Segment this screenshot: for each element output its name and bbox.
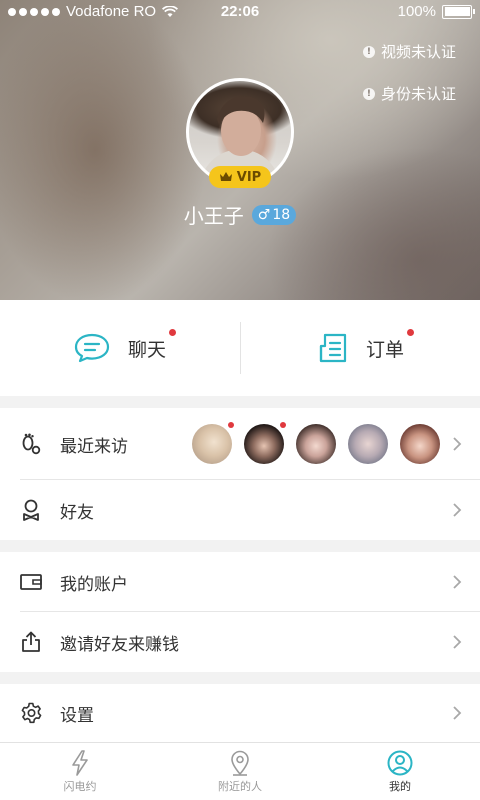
- male-icon: ♂: [257, 206, 271, 223]
- crown-icon: [219, 172, 232, 181]
- orders-label: 订单: [365, 338, 404, 361]
- friends-label: 好友: [60, 502, 94, 523]
- vip-label: VIP: [236, 169, 262, 185]
- identity-verification-label: 身份未认证: [380, 85, 456, 103]
- visitor-avatar[interactable]: [296, 424, 336, 464]
- profile-icon: [387, 750, 413, 775]
- chevron-right-icon: [453, 706, 462, 720]
- my-account-label: 我的账户: [60, 574, 128, 595]
- vip-badge: VIP: [209, 166, 271, 188]
- orders-notification-dot: [407, 328, 414, 336]
- invite-friends-label: 邀请好友来赚钱: [60, 634, 179, 655]
- info-icon: !: [362, 87, 375, 100]
- visitor-avatars: [192, 422, 440, 464]
- my-account-row[interactable]: 我的账户: [0, 552, 480, 612]
- share-icon: [20, 631, 42, 653]
- tab-label: 闪电约: [63, 779, 97, 793]
- chat-button[interactable]: 聊天: [0, 300, 240, 396]
- video-verification-label: 视频未认证: [380, 43, 456, 61]
- profile-header: Vodafone RO 22:06 100% ! 视频未认证 ! 身份未认证 V…: [0, 0, 480, 300]
- recent-visitors-row[interactable]: 最近来访: [0, 408, 480, 480]
- tab-nearby[interactable]: 附近的人: [160, 743, 320, 800]
- new-visitor-dot: [228, 422, 234, 428]
- info-icon: !: [362, 45, 375, 58]
- quick-actions: 聊天 订单: [0, 300, 480, 396]
- settings-row[interactable]: 设置: [0, 684, 480, 742]
- battery-percent: 100%: [397, 3, 436, 20]
- friends-row[interactable]: 好友: [0, 480, 480, 540]
- visitor-avatar[interactable]: [348, 424, 388, 464]
- chat-label: 聊天: [127, 338, 166, 361]
- lightning-icon: [72, 749, 88, 776]
- tab-me[interactable]: 我的: [320, 743, 480, 800]
- identity-verification-status[interactable]: ! 身份未认证: [362, 83, 456, 104]
- invite-friends-row[interactable]: 邀请好友来赚钱: [0, 612, 480, 672]
- chevron-right-icon: [453, 437, 462, 451]
- status-bar: Vodafone RO 22:06 100%: [0, 0, 480, 24]
- bottom-tab-bar: 闪电约 附近的人 我的: [0, 742, 480, 800]
- chevron-right-icon: [453, 503, 462, 517]
- chevron-right-icon: [453, 575, 462, 589]
- footprints-icon: [20, 433, 42, 455]
- tab-flash-date[interactable]: 闪电约: [0, 743, 160, 800]
- social-section: 最近来访 好友: [0, 408, 480, 540]
- chat-notification-dot: [169, 328, 176, 336]
- account-section: 我的账户 邀请好友来赚钱: [0, 552, 480, 672]
- profile-avatar-container[interactable]: VIP: [186, 78, 294, 188]
- tab-label: 附近的人: [218, 779, 262, 793]
- nickname: 小王子: [183, 204, 244, 228]
- nickname-row: 小王子 ♂ 18: [0, 200, 480, 229]
- location-pin-icon: [231, 750, 249, 776]
- chat-bubble-icon: [74, 333, 110, 363]
- new-visitor-dot: [280, 422, 286, 428]
- age-value: 18: [272, 206, 291, 223]
- visitor-avatar[interactable]: [400, 424, 440, 464]
- gender-age-badge: ♂ 18: [251, 204, 297, 225]
- settings-section: 设置: [0, 684, 480, 742]
- visitor-avatar[interactable]: [192, 422, 234, 464]
- visitor-avatar[interactable]: [244, 422, 286, 464]
- wallet-icon: [20, 571, 42, 593]
- tab-label: 我的: [389, 779, 411, 793]
- battery-icon: [442, 4, 475, 19]
- settings-label: 设置: [60, 705, 94, 726]
- recent-visitors-label: 最近来访: [60, 436, 128, 457]
- friends-icon: [20, 499, 42, 521]
- video-verification-status[interactable]: ! 视频未认证: [362, 41, 456, 62]
- order-list-icon: [319, 333, 347, 363]
- gear-icon: [20, 702, 42, 724]
- orders-button[interactable]: 订单: [240, 300, 480, 396]
- chevron-right-icon: [453, 635, 462, 649]
